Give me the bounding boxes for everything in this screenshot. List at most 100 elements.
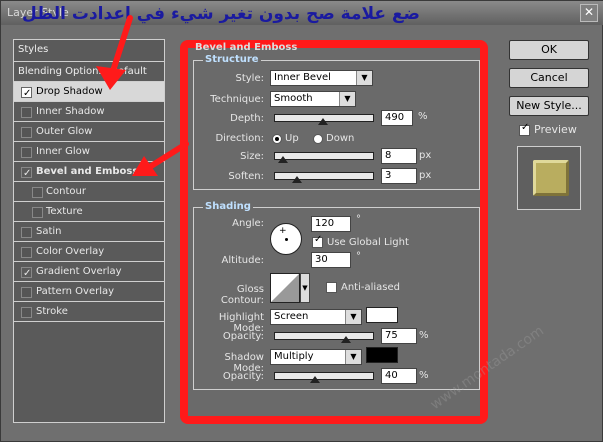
styles-header[interactable]: Styles xyxy=(14,40,164,62)
style-item-inner-shadow[interactable]: Inner Shadow xyxy=(14,102,164,122)
altitude-label: Altitude: xyxy=(221,255,264,266)
highlight-opacity-input[interactable]: 75 xyxy=(381,328,417,344)
style-item-label: Outer Glow xyxy=(36,126,93,137)
size-unit: px xyxy=(419,150,432,161)
crosshair-icon: + xyxy=(279,226,287,236)
highlight-opacity-thumb[interactable] xyxy=(341,336,351,343)
angle-input[interactable]: 120 xyxy=(311,216,351,232)
highlight-opacity-slider[interactable] xyxy=(274,332,374,343)
style-item-label: Stroke xyxy=(36,306,68,317)
depth-input[interactable]: 490 xyxy=(381,110,413,126)
soften-unit: px xyxy=(419,170,432,181)
soften-slider-thumb[interactable] xyxy=(291,176,302,183)
style-item-label: Satin xyxy=(36,226,62,237)
cancel-button[interactable]: Cancel xyxy=(509,68,589,88)
depth-slider-thumb[interactable] xyxy=(318,118,329,125)
style-checkbox[interactable] xyxy=(21,287,32,298)
style-checkbox[interactable] xyxy=(21,247,32,258)
direction-down-label: Down xyxy=(326,133,355,144)
soften-slider[interactable] xyxy=(274,172,374,183)
global-light-label: Use Global Light xyxy=(327,237,409,248)
style-item-label: Gradient Overlay xyxy=(36,266,122,277)
style-item-texture[interactable]: Texture xyxy=(14,202,164,222)
shadow-opacity-slider[interactable] xyxy=(274,372,374,383)
depth-label: Depth: xyxy=(230,113,264,124)
style-item-satin[interactable]: Satin xyxy=(14,222,164,242)
style-preview-swatch xyxy=(533,160,569,196)
style-item-label: Texture xyxy=(46,206,83,217)
technique-select[interactable]: Smooth ▼ xyxy=(270,91,356,107)
preview-box xyxy=(517,146,581,210)
style-item-pattern-overlay[interactable]: Pattern Overlay xyxy=(14,282,164,302)
anti-aliased-label: Anti-aliased xyxy=(341,282,401,293)
style-item-color-overlay[interactable]: Color Overlay xyxy=(14,242,164,262)
gloss-contour-dropdown[interactable]: ▼ xyxy=(300,273,310,303)
highlight-color-swatch[interactable] xyxy=(366,307,398,323)
shadow-color-swatch[interactable] xyxy=(366,347,398,363)
altitude-unit: ° xyxy=(356,251,361,262)
style-checkbox[interactable] xyxy=(21,147,32,158)
angle-label: Angle: xyxy=(232,218,264,229)
size-input[interactable]: 8 xyxy=(381,148,417,164)
new-style-button[interactable]: New Style... xyxy=(509,96,589,116)
shadow-opacity-unit: % xyxy=(419,370,429,381)
soften-label: Soften: xyxy=(228,171,264,182)
depth-slider[interactable] xyxy=(274,114,374,125)
style-select[interactable]: Inner Bevel ▼ xyxy=(270,70,373,86)
shadow-opacity-thumb[interactable] xyxy=(310,376,321,383)
red-arrow-icon xyxy=(96,15,133,90)
bevel-emboss-title: Bevel and Emboss xyxy=(195,42,298,53)
global-light-checkbox[interactable] xyxy=(312,234,323,248)
highlight-opacity-label: Opacity: xyxy=(222,331,264,342)
soften-input[interactable]: 3 xyxy=(381,168,417,184)
style-checkbox[interactable] xyxy=(21,227,32,238)
preview-label: Preview xyxy=(534,123,577,136)
size-slider-thumb[interactable] xyxy=(277,156,288,163)
style-item-label: Pattern Overlay xyxy=(36,286,115,297)
style-checkbox[interactable] xyxy=(21,264,32,283)
shadow-opacity-label: Opacity: xyxy=(222,371,264,382)
style-checkbox[interactable] xyxy=(21,84,32,103)
structure-title: Structure xyxy=(203,54,261,65)
style-item-drop-shadow[interactable]: Drop Shadow xyxy=(14,82,164,103)
blending-options[interactable]: Blending Options: Default xyxy=(14,62,164,82)
angle-unit: ° xyxy=(356,214,361,225)
chevron-down-icon: ▼ xyxy=(339,92,355,106)
close-button[interactable]: ✕ xyxy=(580,4,598,22)
style-item-stroke[interactable]: Stroke xyxy=(14,302,164,322)
style-item-gradient-overlay[interactable]: Gradient Overlay xyxy=(14,262,164,283)
preview-checkbox[interactable] xyxy=(519,122,530,136)
style-item-label: Contour xyxy=(46,186,86,197)
direction-down-radio[interactable] xyxy=(313,134,323,144)
size-label: Size: xyxy=(240,151,264,162)
style-checkbox[interactable] xyxy=(21,127,32,138)
shadow-opacity-input[interactable]: 40 xyxy=(381,368,417,384)
size-slider[interactable] xyxy=(274,152,374,163)
shadow-mode-value: Multiply xyxy=(274,351,314,362)
style-checkbox[interactable] xyxy=(32,207,43,218)
style-item-label: Inner Glow xyxy=(36,146,90,157)
style-checkbox[interactable] xyxy=(21,307,32,318)
gloss-contour-label: Gloss Contour: xyxy=(220,284,264,306)
style-checkbox[interactable] xyxy=(21,107,32,118)
depth-unit: % xyxy=(418,111,428,122)
chevron-down-icon: ▼ xyxy=(345,310,361,324)
ok-button[interactable]: OK xyxy=(509,40,589,60)
style-item-label: Bevel and Emboss xyxy=(36,166,139,177)
chevron-down-icon: ▼ xyxy=(345,350,361,364)
style-checkbox[interactable] xyxy=(21,164,32,183)
technique-select-value: Smooth xyxy=(274,93,313,104)
altitude-input[interactable]: 30 xyxy=(311,252,351,268)
highlight-opacity-unit: % xyxy=(419,330,429,341)
direction-up-label: Up xyxy=(285,133,299,144)
shadow-mode-select[interactable]: Multiply ▼ xyxy=(270,349,362,365)
highlight-mode-select[interactable]: Screen ▼ xyxy=(270,309,362,325)
style-item-contour[interactable]: Contour xyxy=(14,182,164,202)
direction-up-radio[interactable] xyxy=(272,134,282,144)
gloss-contour-preview[interactable] xyxy=(270,273,300,303)
anti-aliased-checkbox[interactable] xyxy=(326,282,337,293)
highlight-mode-value: Screen xyxy=(274,311,309,322)
style-checkbox[interactable] xyxy=(32,187,43,198)
angle-dial[interactable]: + xyxy=(270,223,302,255)
direction-label: Direction: xyxy=(215,133,264,144)
